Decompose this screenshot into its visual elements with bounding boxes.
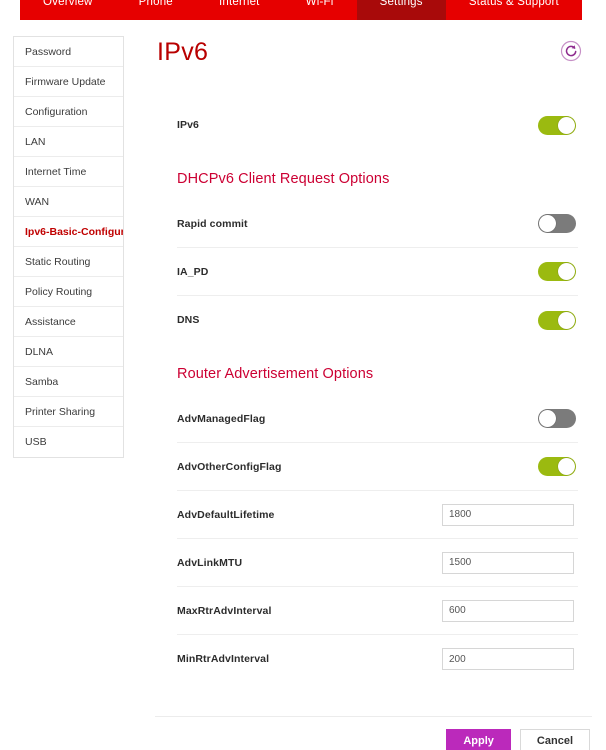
apply-button[interactable]: Apply	[446, 729, 511, 750]
sidebar-item-policy-routing[interactable]: Policy Routing	[14, 277, 123, 307]
sidebar-item-ipv6-basic-configuration[interactable]: Ipv6-Basic-Configur…	[14, 217, 123, 247]
sidebar-item-label: Firmware Update	[25, 76, 106, 88]
min-rtr-adv-interval-input[interactable]	[442, 648, 574, 670]
row-dns: DNS	[177, 296, 578, 344]
sidebar-item-assistance[interactable]: Assistance	[14, 307, 123, 337]
row-label-ia-pd: IA_PD	[177, 266, 538, 278]
row-max-rtr-adv-interval: MaxRtrAdvInterval	[177, 587, 578, 635]
row-adv-link-mtu: AdvLinkMTU	[177, 539, 578, 587]
adv-link-mtu-input[interactable]	[442, 552, 574, 574]
toggle-knob	[558, 263, 575, 280]
sidebar-item-dlna[interactable]: DLNA	[14, 337, 123, 367]
sidebar-item-label: Policy Routing	[25, 286, 92, 298]
tab-status-support[interactable]: Status & Support	[446, 0, 582, 20]
row-rapid-commit: Rapid commit	[177, 200, 578, 248]
footer-actions: Apply Cancel	[446, 729, 590, 750]
sidebar-item-label: Static Routing	[25, 256, 90, 268]
sidebar-item-label: Internet Time	[25, 166, 86, 178]
settings-sidebar: Password Firmware Update Configuration L…	[13, 36, 124, 458]
row-label-rapid-commit: Rapid commit	[177, 218, 538, 230]
row-label-max-rtr-adv-interval: MaxRtrAdvInterval	[177, 605, 442, 617]
tab-phone[interactable]: Phone	[116, 0, 196, 20]
adv-default-lifetime-input[interactable]	[442, 504, 574, 526]
toggle-knob	[558, 117, 575, 134]
row-label-adv-managed-flag: AdvManagedFlag	[177, 413, 538, 425]
toggle-ia-pd[interactable]	[538, 262, 576, 281]
row-adv-managed-flag: AdvManagedFlag	[177, 395, 578, 443]
sidebar-item-label: USB	[25, 436, 47, 448]
row-ia-pd: IA_PD	[177, 248, 578, 296]
sidebar-item-label: Ipv6-Basic-Configur…	[25, 226, 123, 238]
sidebar-item-lan[interactable]: LAN	[14, 127, 123, 157]
sidebar-item-label: WAN	[25, 196, 49, 208]
row-adv-other-config-flag: AdvOtherConfigFlag	[177, 443, 578, 491]
sidebar-item-password[interactable]: Password	[14, 37, 123, 67]
row-label-min-rtr-adv-interval: MinRtrAdvInterval	[177, 653, 442, 665]
sidebar-item-label: DLNA	[25, 346, 53, 358]
toggle-knob	[558, 458, 575, 475]
tab-overview[interactable]: Overview	[20, 0, 116, 20]
sidebar-item-label: Samba	[25, 376, 58, 388]
tab-wifi-label: Wi-Fi	[306, 0, 334, 8]
sidebar-item-samba[interactable]: Samba	[14, 367, 123, 397]
toggle-adv-managed-flag[interactable]	[538, 409, 576, 428]
page-title: IPv6	[157, 38, 592, 67]
toggle-knob	[539, 215, 556, 232]
section-heading-dhcpv6: DHCPv6 Client Request Options	[177, 171, 592, 187]
toggle-ipv6[interactable]	[538, 116, 576, 135]
tab-overview-label: Overview	[43, 0, 93, 8]
tab-wifi[interactable]: Wi-Fi	[283, 0, 357, 20]
router-settings-page: Overview Phone Internet Wi-Fi Settings S…	[0, 0, 606, 750]
toggle-knob	[539, 410, 556, 427]
tab-status-support-label: Status & Support	[469, 0, 559, 8]
sidebar-item-label: Assistance	[25, 316, 76, 328]
sidebar-item-firmware-update[interactable]: Firmware Update	[14, 67, 123, 97]
tab-settings[interactable]: Settings	[357, 0, 446, 20]
row-label-dns: DNS	[177, 314, 538, 326]
tab-settings-label: Settings	[380, 0, 423, 8]
refresh-circle-icon[interactable]	[560, 40, 582, 62]
sidebar-item-internet-time[interactable]: Internet Time	[14, 157, 123, 187]
toggle-knob	[558, 312, 575, 329]
row-label-adv-other-config-flag: AdvOtherConfigFlag	[177, 461, 538, 473]
sidebar-item-label: Printer Sharing	[25, 406, 95, 418]
section-heading-router-advertisement: Router Advertisement Options	[177, 366, 592, 382]
row-label-adv-default-lifetime: AdvDefaultLifetime	[177, 509, 442, 521]
top-navigation-bar: Overview Phone Internet Wi-Fi Settings S…	[20, 0, 582, 20]
sidebar-item-wan[interactable]: WAN	[14, 187, 123, 217]
max-rtr-adv-interval-input[interactable]	[442, 600, 574, 622]
tab-internet-label: Internet	[219, 0, 260, 8]
toggle-adv-other-config-flag[interactable]	[538, 457, 576, 476]
row-min-rtr-adv-interval: MinRtrAdvInterval	[177, 635, 578, 683]
toggle-rapid-commit[interactable]	[538, 214, 576, 233]
tab-internet[interactable]: Internet	[196, 0, 283, 20]
main-content: IPv6 IPv6 DHCPv6 Client Request Options …	[155, 30, 592, 750]
footer-divider	[155, 716, 592, 717]
sidebar-item-usb[interactable]: USB	[14, 427, 123, 457]
sidebar-item-configuration[interactable]: Configuration	[14, 97, 123, 127]
row-ipv6-master: IPv6	[177, 101, 578, 149]
toggle-dns[interactable]	[538, 311, 576, 330]
sidebar-item-label: Password	[25, 46, 71, 58]
tab-phone-label: Phone	[139, 0, 173, 8]
sidebar-item-printer-sharing[interactable]: Printer Sharing	[14, 397, 123, 427]
row-adv-default-lifetime: AdvDefaultLifetime	[177, 491, 578, 539]
sidebar-item-label: Configuration	[25, 106, 87, 118]
cancel-button[interactable]: Cancel	[520, 729, 590, 750]
sidebar-item-label: LAN	[25, 136, 45, 148]
row-label-adv-link-mtu: AdvLinkMTU	[177, 557, 442, 569]
sidebar-item-static-routing[interactable]: Static Routing	[14, 247, 123, 277]
row-label-ipv6: IPv6	[177, 119, 538, 131]
